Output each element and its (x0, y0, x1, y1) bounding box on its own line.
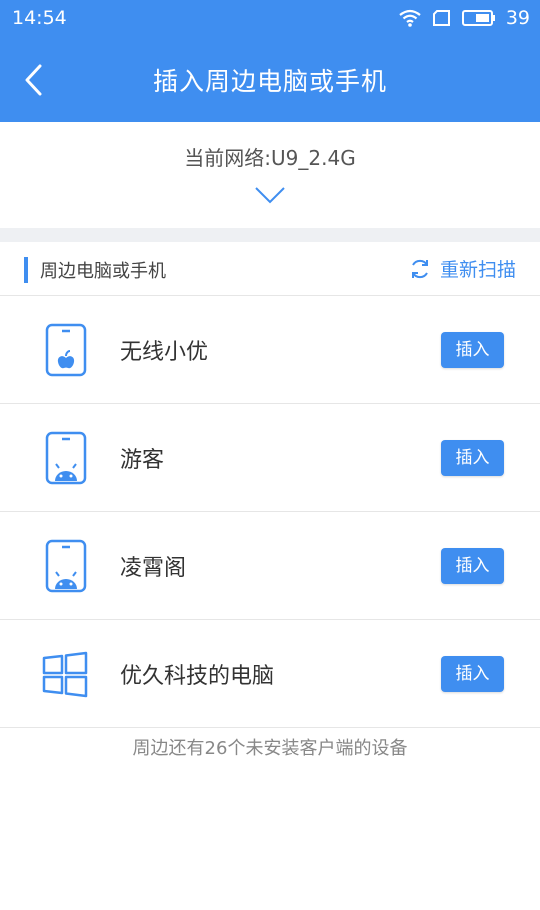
current-network-panel: 当前网络:U9_2.4G (0, 122, 540, 228)
android-tablet-icon (45, 431, 87, 485)
section-header: 周边电脑或手机 重新扫描 (0, 242, 540, 296)
section-title: 周边电脑或手机 (40, 261, 166, 282)
uninstalled-devices-note: 周边还有26个未安装客户端的设备 (132, 738, 408, 759)
sim-icon (432, 10, 450, 26)
section-accent-bar (24, 257, 28, 283)
apple-tablet-icon (45, 323, 87, 377)
current-network-label: 当前网络:U9_2.4G (184, 146, 356, 170)
section-divider (0, 228, 540, 242)
rescan-label: 重新扫描 (439, 259, 516, 281)
android-tablet-icon (45, 539, 87, 593)
battery-level: 39 (505, 7, 530, 29)
insert-button[interactable]: 插入 (441, 548, 504, 584)
status-bar: 14:54 39 (0, 0, 540, 38)
rescan-button[interactable]: 重新扫描 (408, 255, 516, 282)
wifi-icon (399, 9, 421, 27)
status-icons: 39 (398, 7, 530, 29)
device-row[interactable]: 游客 插入 (0, 404, 540, 512)
app-header: 插入周边电脑或手机 (0, 38, 540, 122)
insert-button[interactable]: 插入 (441, 440, 504, 476)
status-time: 14:54 (12, 7, 67, 29)
page-title: 插入周边电脑或手机 (152, 67, 387, 96)
device-name: 凌霄阁 (120, 556, 187, 581)
device-row[interactable]: 无线小优 插入 (0, 296, 540, 404)
insert-button[interactable]: 插入 (441, 332, 504, 368)
device-name: 优久科技的电脑 (120, 664, 275, 689)
battery-icon (461, 10, 495, 26)
device-name: 无线小优 (120, 340, 209, 365)
device-row[interactable]: 优久科技的电脑 插入 (0, 620, 540, 728)
device-list: 无线小优 插入 游客 插入 凌霄阁 插入 优久科技的电脑 插入 (0, 296, 540, 728)
insert-button[interactable]: 插入 (441, 656, 504, 692)
refresh-icon (411, 259, 428, 278)
device-row[interactable]: 凌霄阁 插入 (0, 512, 540, 620)
device-name: 游客 (120, 448, 165, 473)
chevron-down-icon[interactable] (254, 184, 286, 206)
windows-icon (42, 651, 88, 698)
